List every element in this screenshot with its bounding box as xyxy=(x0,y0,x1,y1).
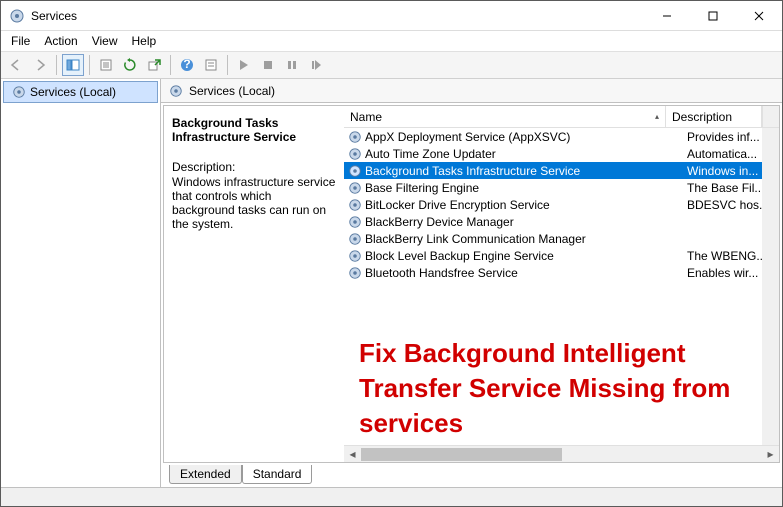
menu-file[interactable]: File xyxy=(11,34,30,48)
horizontal-scrollbar[interactable]: ◂ ▸ xyxy=(344,445,779,462)
pause-service-button xyxy=(281,54,303,76)
detail-pane: Background Tasks Infrastructure Service … xyxy=(164,106,344,462)
service-name-cell: Bluetooth Handsfree Service xyxy=(344,266,683,280)
service-name-cell: BitLocker Drive Encryption Service xyxy=(344,198,683,212)
status-bar xyxy=(1,488,782,506)
nav-forward-button xyxy=(29,54,51,76)
gear-icon xyxy=(348,266,362,280)
start-service-button xyxy=(233,54,255,76)
title-bar: Services xyxy=(1,1,782,31)
service-name-cell: BlackBerry Device Manager xyxy=(344,215,683,229)
service-name-cell: Block Level Backup Engine Service xyxy=(344,249,683,263)
services-window: Services File Action View Help ? xyxy=(0,0,783,507)
gear-icon xyxy=(348,249,362,263)
right-pane: Services (Local) Background Tasks Infras… xyxy=(161,79,782,487)
scroll-thumb[interactable] xyxy=(361,448,562,461)
menu-view[interactable]: View xyxy=(92,34,118,48)
minimize-button[interactable] xyxy=(644,1,690,31)
properties2-button[interactable] xyxy=(200,54,222,76)
scroll-left-button[interactable]: ◂ xyxy=(344,446,361,463)
window-title: Services xyxy=(31,9,77,23)
service-row[interactable]: Block Level Backup Engine ServiceThe WBE… xyxy=(344,247,779,264)
view-tabs: Extended Standard xyxy=(163,463,780,485)
toolbar: ? xyxy=(1,51,782,79)
service-row[interactable]: Bluetooth Handsfree ServiceEnables wir..… xyxy=(344,264,779,281)
pane-header: Services (Local) xyxy=(161,79,782,103)
scroll-gutter xyxy=(762,106,779,127)
list-pane: Name▴ Description AppX Deployment Servic… xyxy=(344,106,779,462)
list-body: AppX Deployment Service (AppXSVC)Provide… xyxy=(344,128,779,445)
nav-back-button xyxy=(5,54,27,76)
service-name-cell: Background Tasks Infrastructure Service xyxy=(344,164,683,178)
menu-action[interactable]: Action xyxy=(44,34,77,48)
selected-service-name: Background Tasks Infrastructure Service xyxy=(172,116,336,144)
service-name-cell: AppX Deployment Service (AppXSVC) xyxy=(344,130,683,144)
service-name-cell: Auto Time Zone Updater xyxy=(344,147,683,161)
refresh-button[interactable] xyxy=(119,54,141,76)
gear-icon xyxy=(348,130,362,144)
service-row[interactable]: AppX Deployment Service (AppXSVC)Provide… xyxy=(344,128,779,145)
tab-extended[interactable]: Extended xyxy=(169,465,242,484)
gear-icon xyxy=(348,215,362,229)
tab-standard[interactable]: Standard xyxy=(242,465,313,484)
menu-bar: File Action View Help xyxy=(1,31,782,51)
services-app-icon xyxy=(9,8,25,24)
gear-icon xyxy=(12,85,26,99)
pane-header-label: Services (Local) xyxy=(189,84,275,98)
service-row[interactable]: Auto Time Zone UpdaterAutomatica... xyxy=(344,145,779,162)
service-row[interactable]: Base Filtering EngineThe Base Fil... xyxy=(344,179,779,196)
gear-icon xyxy=(348,181,362,195)
service-name-cell: Base Filtering Engine xyxy=(344,181,683,195)
description-text: Windows infrastructure service that cont… xyxy=(172,175,336,231)
properties-button[interactable] xyxy=(95,54,117,76)
service-row[interactable]: BlackBerry Device Manager xyxy=(344,213,779,230)
help-button[interactable]: ? xyxy=(176,54,198,76)
close-button[interactable] xyxy=(736,1,782,31)
gear-icon xyxy=(348,198,362,212)
service-row[interactable]: BitLocker Drive Encryption ServiceBDESVC… xyxy=(344,196,779,213)
export-list-button[interactable] xyxy=(143,54,165,76)
stop-service-button xyxy=(257,54,279,76)
restart-service-button xyxy=(305,54,327,76)
description-label: Description: xyxy=(172,160,336,174)
list-header: Name▴ Description xyxy=(344,106,779,128)
column-header-description[interactable]: Description xyxy=(666,106,762,127)
service-row[interactable]: Background Tasks Infrastructure ServiceW… xyxy=(344,162,779,179)
scroll-right-button[interactable]: ▸ xyxy=(762,446,779,463)
vertical-scrollbar[interactable] xyxy=(762,128,779,445)
scroll-track[interactable] xyxy=(361,446,762,463)
tree-item-services-local[interactable]: Services (Local) xyxy=(3,81,158,103)
sort-indicator-icon: ▴ xyxy=(655,112,659,121)
service-row[interactable]: BlackBerry Link Communication Manager xyxy=(344,230,779,247)
svg-text:?: ? xyxy=(183,58,190,71)
gear-icon xyxy=(348,232,362,246)
gear-icon xyxy=(348,164,362,178)
tree-pane: Services (Local) xyxy=(1,79,161,487)
tree-item-label: Services (Local) xyxy=(30,85,116,99)
window-controls xyxy=(644,1,782,31)
gear-icon xyxy=(169,84,183,98)
show-hide-tree-button[interactable] xyxy=(62,54,84,76)
service-name-cell: BlackBerry Link Communication Manager xyxy=(344,232,683,246)
maximize-button[interactable] xyxy=(690,1,736,31)
menu-help[interactable]: Help xyxy=(132,34,157,48)
column-header-name[interactable]: Name▴ xyxy=(344,106,666,127)
gear-icon xyxy=(348,147,362,161)
